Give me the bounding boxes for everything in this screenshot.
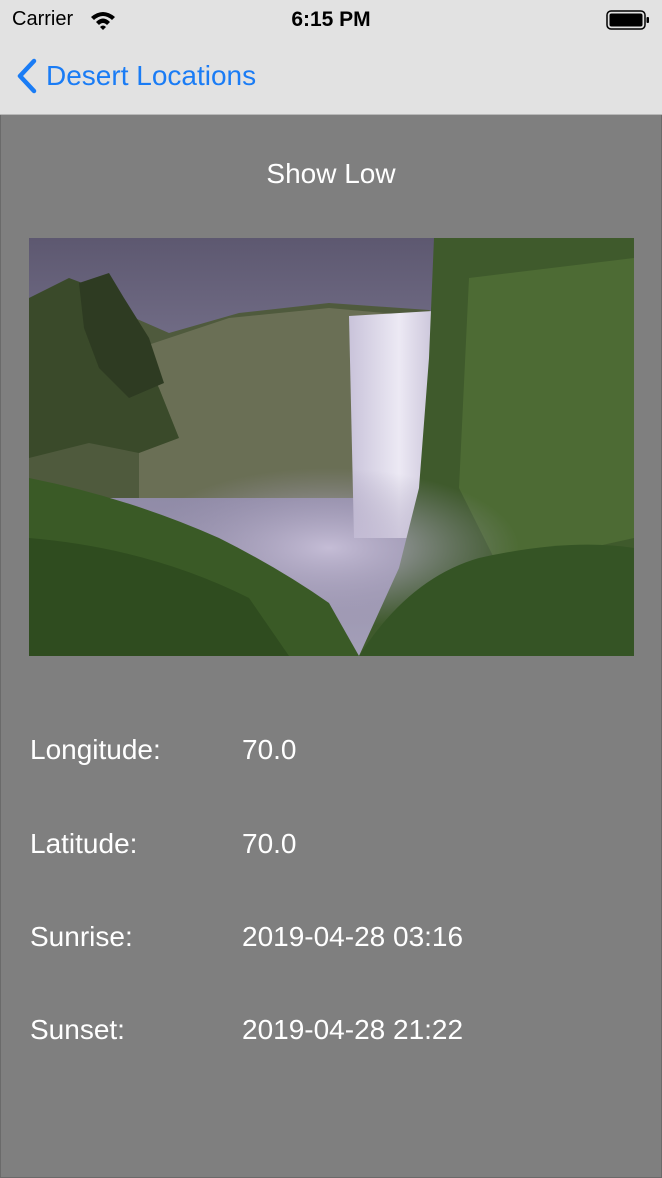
detail-row-longitude: Longitude: 70.0: [30, 734, 630, 774]
back-button[interactable]: Desert Locations: [14, 56, 256, 96]
longitude-value: 70.0: [242, 734, 297, 765]
status-bar: Carrier 6:15 PM: [0, 0, 662, 40]
longitude-label: Longitude:: [30, 734, 161, 765]
sunrise-label: Sunrise:: [30, 921, 133, 952]
latitude-value: 70.0: [242, 828, 297, 859]
navigation-bar: Carrier 6:15 PM Desert Locations: [0, 0, 662, 115]
status-time: 6:15 PM: [291, 8, 371, 31]
battery-icon: [606, 10, 649, 30]
latitude-label: Latitude:: [30, 828, 138, 859]
sunrise-value: 2019-04-28 03:16: [242, 921, 464, 952]
sunset-label: Sunset:: [30, 1014, 125, 1045]
chevron-left-icon: [17, 58, 37, 94]
location-photo: [29, 238, 634, 656]
detail-row-sunrise: Sunrise: 2019-04-28 03:16: [30, 921, 630, 961]
detail-row-sunset: Sunset: 2019-04-28 21:22: [30, 1014, 630, 1054]
show-low-button[interactable]: Show Low: [0, 158, 662, 190]
back-button-label: Desert Locations: [46, 60, 257, 91]
sunset-value: 2019-04-28 21:22: [242, 1014, 464, 1045]
detail-row-latitude: Latitude: 70.0: [30, 828, 630, 868]
